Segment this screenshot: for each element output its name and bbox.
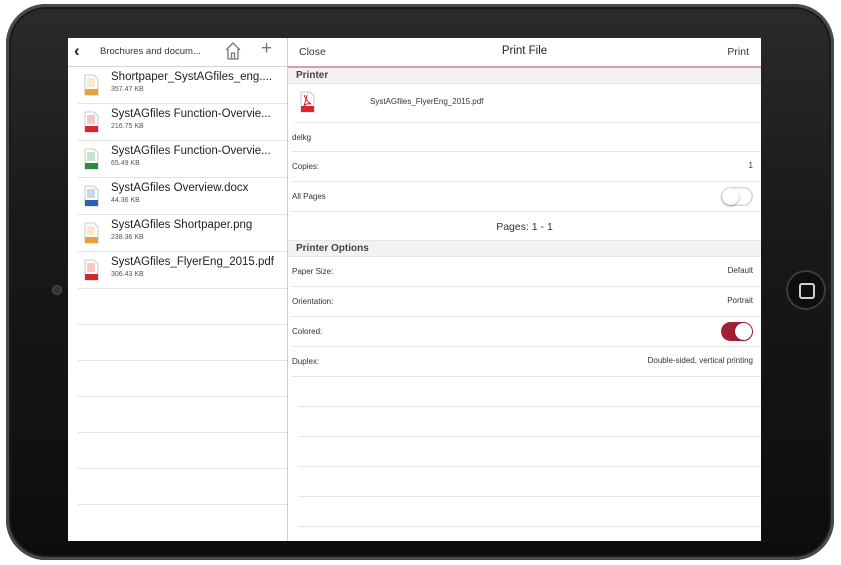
print-header: Close Print File Print (288, 38, 761, 68)
selected-file-row: SystAGfiles_FlyerEng_2015.pdf (294, 84, 761, 123)
paper-size-row[interactable]: Paper Size: Default (292, 257, 761, 287)
file-row[interactable]: SystAGfiles_FlyerEng_2015.pdf 306.43 KB (78, 252, 287, 289)
orientation-label: Orientation: (292, 297, 334, 306)
home-button[interactable] (786, 270, 826, 310)
home-square-icon (799, 283, 815, 299)
orientation-value[interactable]: Portrait (727, 296, 753, 305)
duplex-row[interactable]: Duplex: Double-sided, vertical printing (292, 347, 761, 377)
file-row[interactable]: SystAGfiles Overview.docx 44.36 KB (78, 178, 287, 215)
empty-row (298, 467, 761, 497)
file-row[interactable]: Shortpaper_SystAGfiles_eng.... 357.47 KB (78, 67, 287, 104)
file-name: SystAGfiles Overview.docx (111, 182, 249, 194)
copies-label: Copies: (292, 162, 320, 171)
add-icon[interactable]: + (261, 38, 272, 60)
file-size: 65.49 KB (111, 160, 140, 167)
empty-row (78, 289, 287, 325)
selected-file-name: SystAGfiles_FlyerEng_2015.pdf (370, 97, 484, 106)
duplex-value[interactable]: Double-sided, vertical printing (648, 356, 753, 365)
duplex-label: Duplex: (292, 357, 320, 366)
file-size: 238.36 KB (111, 234, 144, 241)
back-chevron-icon[interactable]: ‹ (74, 42, 80, 60)
colored-toggle[interactable] (721, 322, 753, 341)
png-file-icon (84, 222, 99, 244)
file-browser-header: ‹ Brochures and docum... + (68, 38, 287, 67)
doc-file-icon (84, 185, 99, 207)
file-row[interactable]: SystAGfiles Function-Overvie... 65.49 KB (78, 141, 287, 178)
all-pages-toggle[interactable] (721, 187, 753, 206)
xls-file-icon (84, 148, 99, 170)
pages-range: Pages: 1 - 1 (288, 212, 761, 241)
txt-file-icon (84, 74, 99, 96)
file-name: Shortpaper_SystAGfiles_eng.... (111, 71, 273, 83)
toggle-knob (722, 188, 739, 205)
empty-row (78, 397, 287, 433)
empty-row (298, 527, 761, 541)
file-size: 44.36 KB (111, 197, 140, 204)
empty-row (78, 361, 287, 397)
file-browser-pane: ‹ Brochures and docum... + Shortpaper_Sy… (68, 38, 288, 541)
camera-icon (53, 286, 61, 294)
toggle-knob (735, 323, 752, 340)
tablet-frame: ‹ Brochures and docum... + Shortpaper_Sy… (6, 4, 834, 560)
paper-size-label: Paper Size: (292, 267, 334, 276)
pdf-file-icon (300, 91, 315, 113)
empty-row (298, 377, 761, 407)
colored-label: Colored: (292, 327, 323, 336)
copies-row[interactable]: Copies: 1 (292, 152, 761, 182)
paper-size-value[interactable]: Default (728, 266, 753, 275)
empty-row (298, 437, 761, 467)
printer-options-header: Printer Options (288, 241, 761, 257)
empty-row (78, 325, 287, 361)
pdf-file-icon (84, 259, 99, 281)
print-pane: Close Print File Print Printer SystAGfil… (288, 38, 761, 541)
printer-row[interactable]: delkg (292, 123, 761, 152)
folder-title: Brochures and docum... (100, 46, 201, 57)
file-name: SystAGfiles_FlyerEng_2015.pdf (111, 256, 275, 268)
file-size: 357.47 KB (111, 86, 144, 93)
file-size: 216.75 KB (111, 123, 144, 130)
file-size: 306.43 KB (111, 271, 144, 278)
file-row[interactable]: SystAGfiles Shortpaper.png 238.36 KB (78, 215, 287, 252)
file-list: Shortpaper_SystAGfiles_eng.... 357.47 KB S… (68, 67, 287, 289)
copies-value[interactable]: 1 (749, 161, 753, 170)
home-icon[interactable] (224, 41, 242, 61)
empty-row (78, 433, 287, 469)
printer-name: delkg (292, 133, 312, 142)
pdf-file-icon (84, 111, 99, 133)
file-row[interactable]: SystAGfiles Function-Overvie... 216.75 KB (78, 104, 287, 141)
orientation-row[interactable]: Orientation: Portrait (292, 287, 761, 317)
empty-row (298, 407, 761, 437)
all-pages-label: All Pages (292, 192, 326, 201)
print-button[interactable]: Print (727, 46, 749, 58)
file-name: SystAGfiles Function-Overvie... (111, 108, 271, 120)
colored-row: Colored: (292, 317, 761, 347)
print-title: Print File (501, 45, 548, 57)
empty-row (298, 497, 761, 527)
empty-row (78, 469, 287, 505)
file-name: SystAGfiles Function-Overvie... (111, 145, 271, 157)
printer-section-header: Printer (288, 68, 761, 84)
screen: ‹ Brochures and docum... + Shortpaper_Sy… (68, 38, 761, 541)
all-pages-row: All Pages (292, 182, 761, 212)
file-name: SystAGfiles Shortpaper.png (111, 219, 253, 231)
